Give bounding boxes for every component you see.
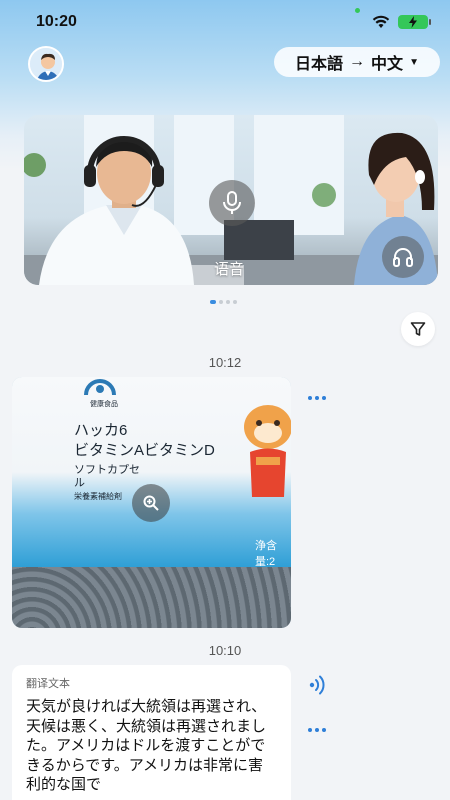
source-language: 日本語 — [295, 56, 344, 73]
image-message[interactable]: 健康食品 ハッカ6 ビタミンAビタミンD ソフトカプセ ル 栄養素補給剤 浄含量… — [12, 377, 291, 628]
pager-dot[interactable] — [233, 300, 237, 304]
message-timestamp: 10:12 — [208, 355, 242, 370]
text-message-label: 翻译文本 — [26, 678, 70, 690]
wifi-icon — [372, 15, 390, 28]
product-line: 栄養素補給剤 — [74, 492, 122, 501]
headset-icon — [393, 248, 413, 267]
status-icons — [372, 15, 431, 29]
banner-label: 语音 — [214, 261, 245, 278]
banner-pager — [210, 300, 237, 304]
battery-icon — [398, 15, 431, 29]
product-line: 浄含量:2 — [255, 540, 277, 568]
chevron-down-icon: ▼ — [409, 56, 419, 68]
language-switch[interactable]: 日本語 → 中文 ▼ — [274, 47, 440, 77]
pager-dot[interactable] — [210, 300, 216, 304]
filter-icon — [410, 322, 426, 336]
message-timestamp: 10:10 — [208, 643, 242, 658]
status-time: 10:20 — [36, 13, 77, 30]
status-bar: 10:20 — [0, 0, 450, 44]
text-message-body: 天気が良ければ大統領は再選され、 天候は悪く、大統領は再選されました。アメリカは… — [26, 698, 267, 793]
product-line: ハッカ6 — [74, 422, 128, 439]
fabric-background — [12, 567, 291, 628]
privacy-indicator — [355, 8, 360, 13]
product-line: 健康食品 — [90, 401, 118, 408]
speaker-icon[interactable] — [304, 672, 330, 698]
microphone-button[interactable] — [209, 180, 255, 226]
voice-banner[interactable]: 语音 — [24, 115, 438, 285]
zoom-button[interactable] — [132, 484, 170, 522]
more-icon[interactable] — [308, 728, 326, 732]
microphone-icon — [223, 191, 241, 214]
filter-button[interactable] — [401, 312, 435, 346]
more-icon[interactable] — [308, 396, 326, 400]
avatar[interactable] — [28, 46, 64, 82]
product-line: ル — [74, 477, 85, 489]
pager-dot[interactable] — [226, 300, 230, 304]
headset-button[interactable] — [382, 236, 424, 278]
health-food-logo — [84, 379, 116, 396]
text-message[interactable]: 翻译文本 天気が良ければ大統領は再選され、 天候は悪く、大統領は再選されました。… — [12, 665, 291, 800]
target-language: 中文 — [371, 56, 404, 73]
product-line: ビタミンAビタミンD — [74, 442, 215, 459]
arrow-icon: → — [349, 53, 366, 70]
pager-dot[interactable] — [219, 300, 223, 304]
tiger-mascot — [244, 405, 291, 497]
zoom-icon — [143, 495, 159, 511]
